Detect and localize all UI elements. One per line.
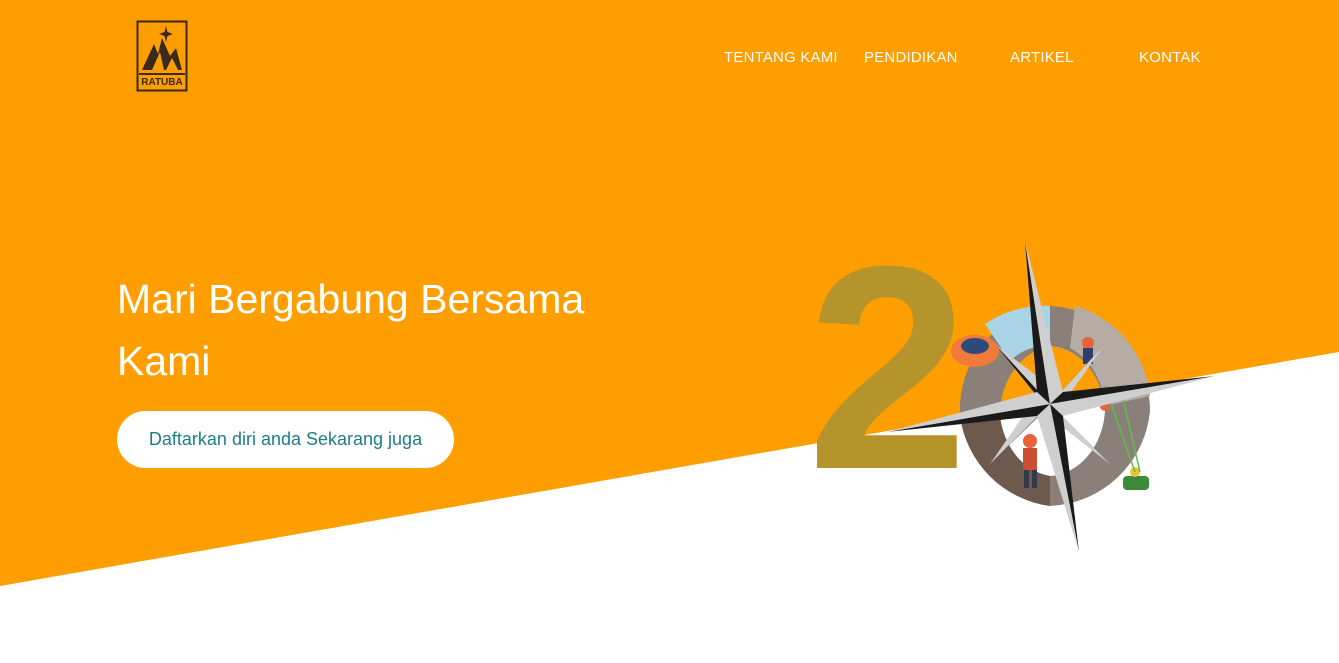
main-nav: TENTANG KAMI PENDIDIKAN ARTIKEL KONTAK xyxy=(0,49,1339,69)
nav-link-kontak[interactable]: KONTAK xyxy=(1139,49,1201,66)
nav-link-pendidikan[interactable]: PENDIDIKAN xyxy=(864,49,958,66)
anniversary-numeral: 2 xyxy=(807,236,968,530)
hero-headline: Mari Bergabung Bersama Kami xyxy=(117,276,585,384)
svg-text:RATUBA: RATUBA xyxy=(141,77,182,88)
nav-link-tentang-kami[interactable]: TENTANG KAMI xyxy=(724,49,838,66)
register-now-button[interactable]: Daftarkan diri anda Sekarang juga xyxy=(117,411,454,468)
nav-link-artikel[interactable]: ARTIKEL xyxy=(1010,49,1074,66)
anniversary-emblem: 2 xyxy=(807,236,1215,552)
